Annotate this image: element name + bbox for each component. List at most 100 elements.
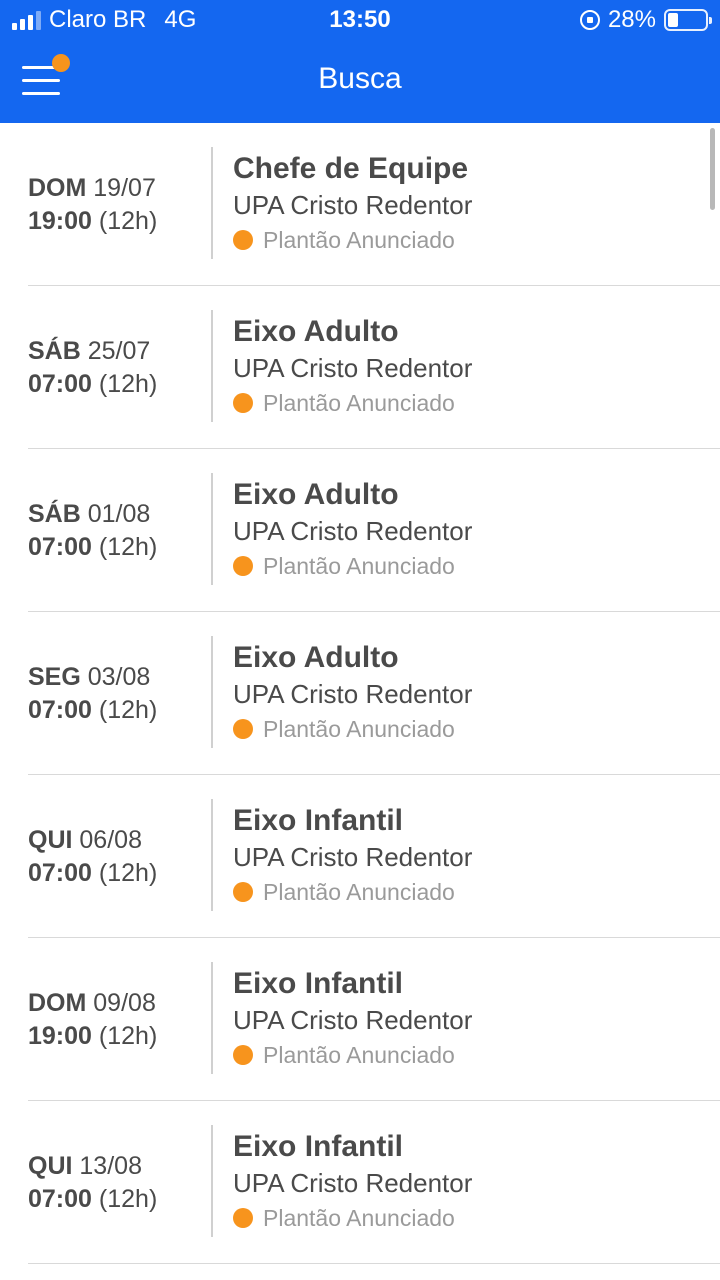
divider bbox=[211, 962, 213, 1074]
shift-item[interactable]: SÁB 25/07 07:00 (12h) Eixo Adulto UPA Cr… bbox=[28, 286, 720, 449]
shift-day-date: SEG 03/08 bbox=[28, 661, 212, 694]
shift-status-text: Plantão Anunciado bbox=[263, 879, 455, 905]
shift-weekday: QUI bbox=[28, 825, 73, 854]
divider bbox=[211, 310, 213, 422]
shift-time-duration: 19:00 (12h) bbox=[28, 205, 212, 238]
shift-role: Chefe de Equipe bbox=[233, 152, 469, 185]
status-dot-icon bbox=[233, 882, 253, 902]
shift-time-duration: 07:00 (12h) bbox=[28, 857, 212, 890]
shift-time: 07:00 bbox=[28, 695, 92, 724]
shift-day-date: QUI 06/08 bbox=[28, 824, 212, 857]
shift-date-value: 13/08 bbox=[79, 1151, 142, 1180]
shift-duration: (12h) bbox=[98, 369, 158, 398]
shift-status-text: Plantão Anunciado bbox=[263, 1042, 455, 1068]
header: Claro BR 4G 13:50 28% Busca bbox=[0, 0, 720, 123]
nav-bar: Busca bbox=[0, 40, 720, 123]
shift-time-duration: 19:00 (12h) bbox=[28, 1020, 212, 1053]
shift-weekday: SÁB bbox=[28, 336, 81, 365]
shift-role: Eixo Infantil bbox=[233, 967, 404, 1000]
shift-role: Eixo Adulto bbox=[233, 478, 399, 511]
shift-role: Eixo Adulto bbox=[233, 315, 399, 348]
shift-place: UPA Cristo Redentor bbox=[233, 679, 473, 709]
shift-date: SÁB 25/07 07:00 (12h) bbox=[28, 286, 212, 449]
shift-day-date: SÁB 25/07 bbox=[28, 335, 212, 368]
shift-date: QUI 06/08 07:00 (12h) bbox=[28, 775, 212, 938]
status-dot-icon bbox=[233, 1208, 253, 1228]
shift-time-duration: 07:00 (12h) bbox=[28, 1183, 212, 1216]
shift-weekday: QUI bbox=[28, 1151, 73, 1180]
battery-fill bbox=[668, 13, 679, 27]
status-dot-icon bbox=[233, 1045, 253, 1065]
shift-time: 07:00 bbox=[28, 532, 92, 561]
shift-place: UPA Cristo Redentor bbox=[233, 1005, 473, 1035]
shift-duration: (12h) bbox=[98, 695, 158, 724]
shift-status-text: Plantão Anunciado bbox=[263, 716, 455, 742]
shift-info: Eixo Infantil UPA Cristo Redentor Plantã… bbox=[233, 803, 472, 907]
rotation-lock-icon bbox=[579, 10, 600, 30]
shift-info: Eixo Adulto UPA Cristo Redentor Plantão … bbox=[233, 640, 472, 744]
shift-duration: (12h) bbox=[98, 858, 158, 887]
shift-status: Plantão Anunciado bbox=[233, 225, 472, 255]
status-right: 28% bbox=[579, 6, 712, 34]
status-bar: Claro BR 4G 13:50 28% bbox=[0, 0, 720, 40]
shift-status: Plantão Anunciado bbox=[233, 714, 472, 744]
page-title: Busca bbox=[318, 62, 402, 95]
shift-weekday: DOM bbox=[28, 173, 87, 202]
shift-date-value: 19/07 bbox=[93, 173, 156, 202]
shift-date: SEG 03/08 07:00 (12h) bbox=[28, 612, 212, 775]
divider bbox=[211, 1125, 213, 1237]
status-dot-icon bbox=[233, 230, 253, 250]
shift-role: Eixo Infantil bbox=[233, 1130, 404, 1163]
shift-date: SÁB 01/08 07:00 (12h) bbox=[28, 449, 212, 612]
shift-duration: (12h) bbox=[98, 1184, 158, 1213]
divider bbox=[211, 636, 213, 748]
shift-place: UPA Cristo Redentor bbox=[233, 842, 473, 872]
shift-date-value: 03/08 bbox=[87, 662, 151, 691]
shift-day-date: DOM 09/08 bbox=[28, 987, 212, 1020]
divider bbox=[211, 799, 213, 911]
shift-item[interactable]: DOM 09/08 19:00 (12h) Eixo Infantil UPA … bbox=[28, 938, 720, 1101]
shift-date: QUI 13/08 07:00 (12h) bbox=[28, 1101, 212, 1264]
shift-time-duration: 07:00 (12h) bbox=[28, 368, 212, 401]
shift-place: UPA Cristo Redentor bbox=[233, 516, 473, 546]
shift-time: 07:00 bbox=[28, 369, 92, 398]
shift-info: Chefe de Equipe UPA Cristo Redentor Plan… bbox=[233, 151, 472, 255]
shift-info: Eixo Adulto UPA Cristo Redentor Plantão … bbox=[233, 477, 472, 581]
shift-list: DOM 19/07 19:00 (12h) Chefe de Equipe UP… bbox=[0, 123, 720, 1280]
shift-role: Eixo Infantil bbox=[233, 804, 404, 837]
shift-date-value: 25/07 bbox=[87, 336, 151, 365]
shift-item[interactable]: QUI 06/08 07:00 (12h) Eixo Infantil UPA … bbox=[28, 775, 720, 938]
shift-status: Plantão Anunciado bbox=[233, 877, 472, 907]
divider bbox=[211, 147, 213, 259]
shift-item[interactable]: DOM 19/07 19:00 (12h) Chefe de Equipe UP… bbox=[28, 123, 720, 286]
status-dot-icon bbox=[233, 393, 253, 413]
shift-date: DOM 09/08 19:00 (12h) bbox=[28, 938, 212, 1101]
shift-weekday: DOM bbox=[28, 988, 87, 1017]
shift-duration: (12h) bbox=[98, 532, 158, 561]
shift-date-value: 09/08 bbox=[93, 988, 156, 1017]
shift-duration: (12h) bbox=[98, 1021, 158, 1050]
shift-item[interactable]: QUI 13/08 07:00 (12h) Eixo Infantil UPA … bbox=[28, 1101, 720, 1264]
shift-status: Plantão Anunciado bbox=[233, 388, 472, 418]
shift-date-value: 01/08 bbox=[87, 499, 151, 528]
scrollbar[interactable] bbox=[710, 128, 715, 210]
shift-item[interactable]: SÁB 01/08 07:00 (12h) Eixo Adulto UPA Cr… bbox=[28, 449, 720, 612]
shift-status-text: Plantão Anunciado bbox=[263, 1205, 455, 1231]
shift-day-date: SÁB 01/08 bbox=[28, 498, 212, 531]
shift-role: Eixo Adulto bbox=[233, 641, 399, 674]
shift-date: DOM 19/07 19:00 (12h) bbox=[28, 123, 212, 286]
shift-place: UPA Cristo Redentor bbox=[233, 190, 473, 220]
shift-info: Eixo Infantil UPA Cristo Redentor Plantã… bbox=[233, 1129, 472, 1233]
shift-status: Plantão Anunciado bbox=[233, 551, 472, 581]
shift-time: 19:00 bbox=[28, 1021, 92, 1050]
divider bbox=[211, 473, 213, 585]
shift-place: UPA Cristo Redentor bbox=[233, 1168, 473, 1198]
shift-item[interactable]: SEG 03/08 07:00 (12h) Eixo Adulto UPA Cr… bbox=[28, 612, 720, 775]
shift-day-date: DOM 19/07 bbox=[28, 172, 212, 205]
app: Claro BR 4G 13:50 28% Busca DOM 19/07 19… bbox=[0, 0, 720, 1280]
status-dot-icon bbox=[233, 719, 253, 739]
shift-status: Plantão Anunciado bbox=[233, 1040, 472, 1070]
shift-date-value: 06/08 bbox=[79, 825, 142, 854]
shift-info: Eixo Infantil UPA Cristo Redentor Plantã… bbox=[233, 966, 472, 1070]
shift-status: Plantão Anunciado bbox=[233, 1203, 472, 1233]
